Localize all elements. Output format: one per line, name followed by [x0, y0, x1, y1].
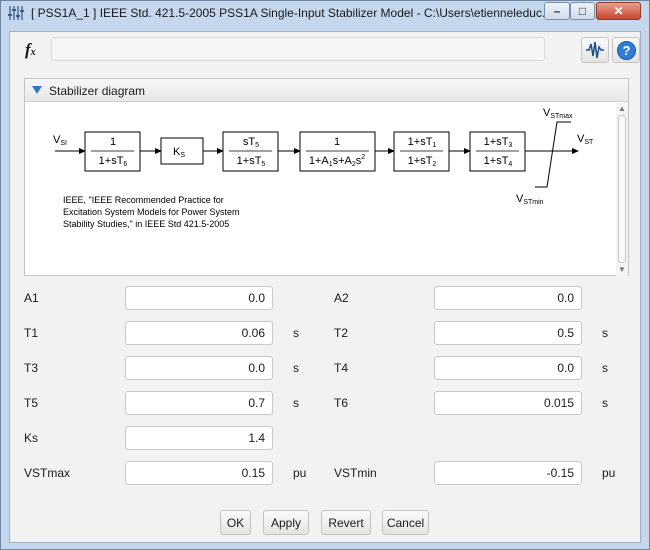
vstmax-unit: pu: [293, 466, 307, 480]
block-lead-lag-2: 1+sT3 1+sT4: [469, 131, 526, 172]
help-icon: ?: [617, 41, 636, 60]
stabilizer-diagram-panel: Stabilizer diagram VSI 1 1+sT6 KS sT5 1+…: [24, 78, 629, 276]
ks-label: Ks: [24, 431, 39, 445]
dialog-window: [ PSS1A_1 ] IEEE Std. 421.5-2005 PSS1A S…: [0, 0, 650, 550]
t2-unit: s: [602, 326, 608, 340]
triangle-down-icon: [32, 86, 42, 94]
minimize-icon: –: [553, 4, 561, 18]
vstmax-field[interactable]: [125, 461, 273, 485]
svg-text:1+sT4: 1+sT4: [484, 155, 513, 168]
vstmin-unit: pu: [602, 466, 616, 480]
help-button[interactable]: ?: [612, 37, 640, 63]
t3-label: T3: [24, 361, 39, 375]
formula-field[interactable]: [51, 37, 545, 61]
scroll-down-icon[interactable]: ▼: [618, 266, 626, 274]
scroll-up-icon[interactable]: ▲: [618, 105, 626, 113]
minimize-button[interactable]: –: [544, 2, 570, 20]
svg-text:1+sT1: 1+sT1: [408, 136, 437, 149]
t6-unit: s: [602, 396, 608, 410]
t6-field[interactable]: [434, 391, 582, 415]
svg-text:1+A1s+A2s2: 1+A1s+A2s2: [309, 154, 365, 168]
t1-label: T1: [24, 326, 39, 340]
ks-field[interactable]: [125, 426, 273, 450]
block-gain: KS: [160, 137, 204, 165]
scrollbar-thumb[interactable]: [618, 115, 626, 263]
reference-note: IEEE, "IEEE Recommended Practice for Exc…: [63, 195, 240, 229]
vstmax-label: VSTmax: [543, 107, 573, 120]
close-button[interactable]: ✕: [596, 2, 641, 20]
function-icon: fx: [25, 40, 36, 59]
block-differentiator: sT5 1+sT5: [222, 131, 279, 172]
t4-label: T4: [334, 361, 349, 375]
ok-button[interactable]: OK: [220, 510, 251, 535]
a1-field[interactable]: [125, 286, 273, 310]
output-signal-label: VST: [577, 133, 594, 146]
vstmin-field[interactable]: [434, 461, 582, 485]
vstmin-field-label: VSTmin: [334, 466, 377, 480]
cancel-button[interactable]: Cancel: [382, 510, 429, 535]
t2-field[interactable]: [434, 321, 582, 345]
mixer-sliders-icon: [8, 6, 24, 20]
t3-field[interactable]: [125, 356, 273, 380]
svg-text:1+sT2: 1+sT2: [408, 155, 437, 168]
panel-header[interactable]: Stabilizer diagram: [25, 79, 628, 102]
t6-label: T6: [334, 396, 349, 410]
revert-button[interactable]: Revert: [321, 510, 371, 535]
block-second-order-filter: 1 1+A1s+A2s2: [299, 131, 376, 172]
svg-text:1+sT6: 1+sT6: [99, 155, 128, 168]
svg-text:1+sT5: 1+sT5: [237, 155, 266, 168]
vstmax-field-label: VSTmax: [24, 466, 71, 480]
apply-button[interactable]: Apply: [263, 510, 309, 535]
svg-text:1+sT3: 1+sT3: [484, 136, 513, 149]
t2-label: T2: [334, 326, 349, 340]
t1-field[interactable]: [125, 321, 273, 345]
block-diagram: VSI 1 1+sT6 KS sT5 1+sT5 1 1+A1s+A2s2 1+…: [53, 107, 594, 229]
window-title: [ PSS1A_1 ] IEEE Std. 421.5-2005 PSS1A S…: [31, 6, 552, 20]
t4-field[interactable]: [434, 356, 582, 380]
block-lead-lag-1: 1+sT1 1+sT2: [393, 131, 450, 172]
a2-field[interactable]: [434, 286, 582, 310]
svg-text:Stability Studies," in IEEE St: Stability Studies," in IEEE Std 421.5-20…: [63, 219, 229, 229]
diagram-scrollbar[interactable]: ▲ ▼: [616, 103, 628, 276]
block-washout-filter: 1 1+sT6: [84, 131, 141, 172]
title-bar[interactable]: [ PSS1A_1 ] IEEE Std. 421.5-2005 PSS1A S…: [1, 1, 649, 25]
t4-unit: s: [602, 361, 608, 375]
a2-label: A2: [334, 291, 349, 305]
t5-label: T5: [24, 396, 39, 410]
close-icon: ✕: [613, 4, 624, 18]
t5-field[interactable]: [125, 391, 273, 415]
svg-text:Excitation System Models for P: Excitation System Models for Power Syste…: [63, 207, 240, 217]
svg-text:1: 1: [110, 136, 116, 148]
svg-text:IEEE, "IEEE Recommended Practi: IEEE, "IEEE Recommended Practice for: [63, 195, 224, 205]
signal-button[interactable]: [581, 37, 609, 63]
signal-wave-icon: [586, 41, 604, 59]
limiter: [525, 121, 579, 188]
maximize-icon: □: [578, 4, 587, 18]
panel-title: Stabilizer diagram: [49, 84, 146, 98]
dialog-content: fx ? Stabilizer diagram VSI 1 1+sT6 KS s…: [9, 31, 641, 543]
svg-text:1: 1: [334, 136, 340, 148]
t5-unit: s: [293, 396, 299, 410]
t3-unit: s: [293, 361, 299, 375]
maximize-button[interactable]: □: [570, 2, 595, 20]
input-signal-label: VSI: [53, 134, 67, 147]
a1-label: A1: [24, 291, 39, 305]
t1-unit: s: [293, 326, 299, 340]
vstmin-label: VSTmin: [516, 193, 544, 206]
